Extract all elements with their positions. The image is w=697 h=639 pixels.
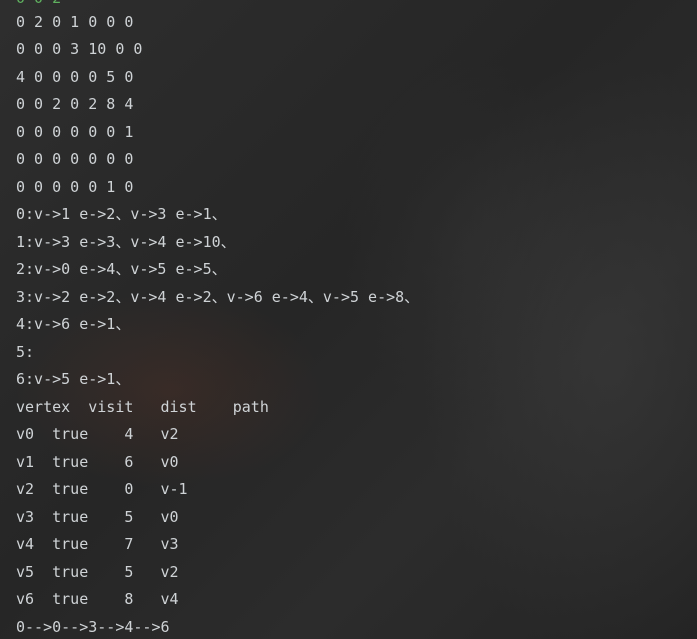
console-line: 5: [16, 343, 35, 361]
console-line: 6:v->5 e->1、 [16, 370, 131, 388]
table-header: vertex visit dist path [16, 398, 269, 416]
table-row: v4 true 7 v3 [16, 535, 179, 553]
table-row: v2 true 0 v-1 [16, 480, 188, 498]
console-line: 0 0 0 0 0 1 0 [16, 178, 134, 196]
console-line: 4 0 0 0 0 5 0 [16, 68, 134, 86]
console-line: 0 0 2 0 2 8 4 [16, 95, 134, 113]
table-row: v0 true 4 v2 [16, 425, 179, 443]
console-line: 0 0 0 3 10 0 0 [16, 40, 143, 58]
table-row: v5 true 5 v2 [16, 563, 179, 581]
console-line: 0 0 0 0 0 0 1 [16, 123, 134, 141]
console-line: 4:v->6 e->1、 [16, 315, 131, 333]
table-row: v1 true 6 v0 [16, 453, 179, 471]
console-line: 0 0 0 0 0 0 0 [16, 150, 134, 168]
console-output[interactable]: 0 0 2 0 2 0 1 0 0 0 0 0 0 3 10 0 0 4 0 0… [0, 0, 697, 639]
console-line: 0 2 0 1 0 0 0 [16, 13, 134, 31]
console-line: 3:v->2 e->2、v->4 e->2、v->6 e->4、v->5 e->… [16, 288, 420, 306]
path-output: 0-->0-->3-->4-->6 [16, 618, 170, 636]
table-row: v6 true 8 v4 [16, 590, 179, 608]
console-line: 0:v->1 e->2、v->3 e->1、 [16, 205, 227, 223]
console-line: 1:v->3 e->3、v->4 e->10、 [16, 233, 236, 251]
console-line-partial: 0 0 2 [16, 0, 61, 8]
table-row: v3 true 5 v0 [16, 508, 179, 526]
console-line: 2:v->0 e->4、v->5 e->5、 [16, 260, 227, 278]
